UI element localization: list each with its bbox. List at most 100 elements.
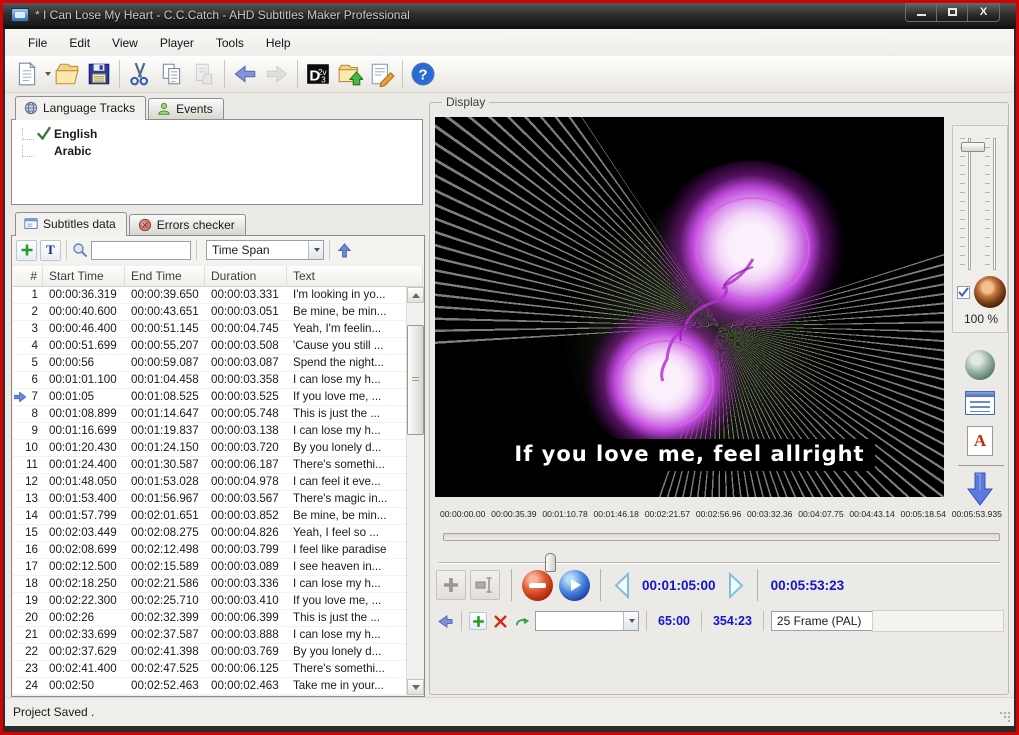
forward-button[interactable] [261, 59, 293, 89]
text-cell: I can feel it eve... [287, 474, 406, 490]
titlebar[interactable]: * I Can Lose My Heart - C.C.Catch - AHD … [3, 3, 1016, 29]
language-item[interactable]: English [22, 125, 422, 142]
text-edit-button[interactable]: T [40, 240, 61, 261]
table-row[interactable]: 1700:02:12.50000:02:15.58900:00:03.089I … [13, 559, 406, 576]
combo-dropdown-button[interactable] [308, 241, 323, 259]
menu-item-edit[interactable]: Edit [58, 32, 101, 54]
balance-slider[interactable] [985, 138, 999, 270]
combo-dropdown-button[interactable] [623, 612, 638, 630]
divider [511, 569, 512, 601]
sound-checkbox[interactable] [957, 286, 970, 299]
table-row[interactable]: 1000:01:20.43000:01:24.15000:00:03.720By… [13, 440, 406, 457]
subtitle-select-combo[interactable] [535, 611, 639, 631]
row-number: 15 [13, 525, 43, 541]
back-button[interactable] [229, 59, 261, 89]
table-row[interactable]: 1500:02:03.44900:02:08.27500:00:04.826Ye… [13, 525, 406, 542]
column-header-text[interactable]: Text [287, 266, 423, 286]
tab-events[interactable]: Events [148, 98, 224, 119]
table-row[interactable]: 300:00:46.40000:00:51.14500:00:04.745Yea… [13, 321, 406, 338]
tab-language-tracks[interactable]: Language Tracks [15, 96, 146, 120]
apply-down-button[interactable] [960, 471, 1000, 507]
slider-thumb[interactable] [961, 142, 985, 152]
table-row[interactable]: 700:01:0500:01:08.52500:00:03.525If you … [13, 389, 406, 406]
add-subtitle-button[interactable] [16, 240, 37, 261]
table-row[interactable]: 1300:01:53.40000:01:56.96700:00:03.567Th… [13, 491, 406, 508]
table-row[interactable]: 2000:02:2600:02:32.39900:00:06.399This i… [13, 610, 406, 627]
table-row[interactable]: 2100:02:33.69900:02:37.58700:00:03.888I … [13, 627, 406, 644]
d2v-tool-button[interactable]: D2v3 [302, 59, 334, 89]
column-header-number[interactable]: # [13, 266, 43, 286]
volume-slider[interactable] [960, 138, 974, 270]
play-button[interactable] [559, 570, 590, 601]
edit-notes-button[interactable] [366, 59, 398, 89]
menu-item-tools[interactable]: Tools [205, 32, 255, 54]
help-button[interactable]: ? [407, 59, 439, 89]
search-mode-combo[interactable]: Time Span [206, 240, 324, 260]
search-input[interactable] [91, 241, 191, 260]
table-row[interactable]: 1600:02:08.69900:02:12.49800:00:03.799I … [13, 542, 406, 559]
table-scrollbar[interactable] [406, 287, 423, 695]
column-header-end[interactable]: End Time [125, 266, 205, 286]
add-event-button[interactable] [469, 612, 487, 630]
duration-cell: 00:00:03.410 [205, 593, 287, 609]
menu-item-file[interactable]: File [17, 32, 58, 54]
scroll-up-button[interactable] [407, 287, 424, 303]
menu-item-view[interactable]: View [101, 32, 149, 54]
timeline-tick-label: 00:02:56.96 [696, 509, 741, 519]
web-button[interactable] [960, 347, 1000, 383]
plus-gray-icon [441, 575, 461, 595]
tab-subtitles-data[interactable]: Subtitles data [15, 212, 127, 236]
table-row[interactable]: 400:00:51.69900:00:55.20700:00:03.508'Ca… [13, 338, 406, 355]
go-previous-button[interactable] [436, 612, 454, 630]
table-row[interactable]: 900:01:16.69900:01:19.83700:00:03.138I c… [13, 423, 406, 440]
move-up-button[interactable] [335, 241, 353, 259]
save-project-button[interactable] [83, 59, 115, 89]
table-row[interactable]: 2400:02:5000:02:52.46300:00:02.463Take m… [13, 678, 406, 695]
table-row[interactable]: 500:00:5600:00:59.08700:00:03.087Spend t… [13, 355, 406, 372]
step-back-button[interactable] [612, 572, 632, 599]
new-project-button[interactable] [11, 59, 43, 89]
delete-event-button[interactable] [491, 612, 509, 630]
end-time-cell: 00:00:39.650 [125, 287, 205, 303]
table-row[interactable]: 1100:01:24.40000:01:30.58700:00:06.187Th… [13, 457, 406, 474]
copy-button[interactable] [156, 59, 188, 89]
table-row[interactable]: 1200:01:48.05000:01:53.02800:00:04.978I … [13, 474, 406, 491]
tab-label: Events [176, 102, 213, 116]
table-row[interactable]: 800:01:08.89900:01:14.64700:00:05.748Thi… [13, 406, 406, 423]
maximize-button[interactable] [937, 3, 968, 21]
stop-button[interactable] [522, 570, 553, 601]
paste-button[interactable] [188, 59, 220, 89]
close-button[interactable]: X [968, 3, 999, 21]
font-button[interactable]: A [960, 423, 1000, 459]
column-header-start[interactable]: Start Time [43, 266, 125, 286]
language-item[interactable]: Arabic [22, 142, 422, 159]
column-header-duration[interactable]: Duration [205, 266, 287, 286]
scroll-down-button[interactable] [407, 679, 424, 695]
save-floppy-icon [86, 61, 112, 87]
table-row[interactable]: 200:00:40.60000:00:43.65100:00:03.051Be … [13, 304, 406, 321]
text-cell: If you love me, ... [287, 389, 406, 405]
minimize-button[interactable] [906, 3, 937, 21]
resize-grip[interactable] [999, 711, 1012, 724]
set-marker-button[interactable] [470, 570, 500, 600]
cut-button[interactable] [124, 59, 156, 89]
redo-sync-button[interactable] [513, 612, 531, 630]
table-row[interactable]: 600:01:01.10000:01:04.45800:00:03.358I c… [13, 372, 406, 389]
step-forward-button[interactable] [726, 572, 746, 599]
tab-errors-checker[interactable]: Errors checker [129, 214, 246, 235]
table-row[interactable]: 1800:02:18.25000:02:21.58600:00:03.336I … [13, 576, 406, 593]
subtitle-list-button[interactable] [960, 385, 1000, 421]
table-row[interactable]: 2300:02:41.40000:02:47.52500:00:06.125Th… [13, 661, 406, 678]
table-row[interactable]: 1900:02:22.30000:02:25.71000:00:03.410If… [13, 593, 406, 610]
menu-item-help[interactable]: Help [255, 32, 302, 54]
open-project-button[interactable] [51, 59, 83, 89]
duration-cell: 00:00:03.087 [205, 355, 287, 371]
duration-cell: 00:00:03.720 [205, 440, 287, 456]
table-row[interactable]: 100:00:36.31900:00:39.65000:00:03.331I'm… [13, 287, 406, 304]
insert-subtitle-button[interactable] [436, 570, 466, 600]
scrollbar-thumb[interactable] [407, 325, 424, 435]
import-button[interactable] [334, 59, 366, 89]
table-row[interactable]: 1400:01:57.79900:02:01.65100:00:03.852Be… [13, 508, 406, 525]
table-row[interactable]: 2200:02:37.62900:02:41.39800:00:03.769By… [13, 644, 406, 661]
menu-item-player[interactable]: Player [149, 32, 205, 54]
